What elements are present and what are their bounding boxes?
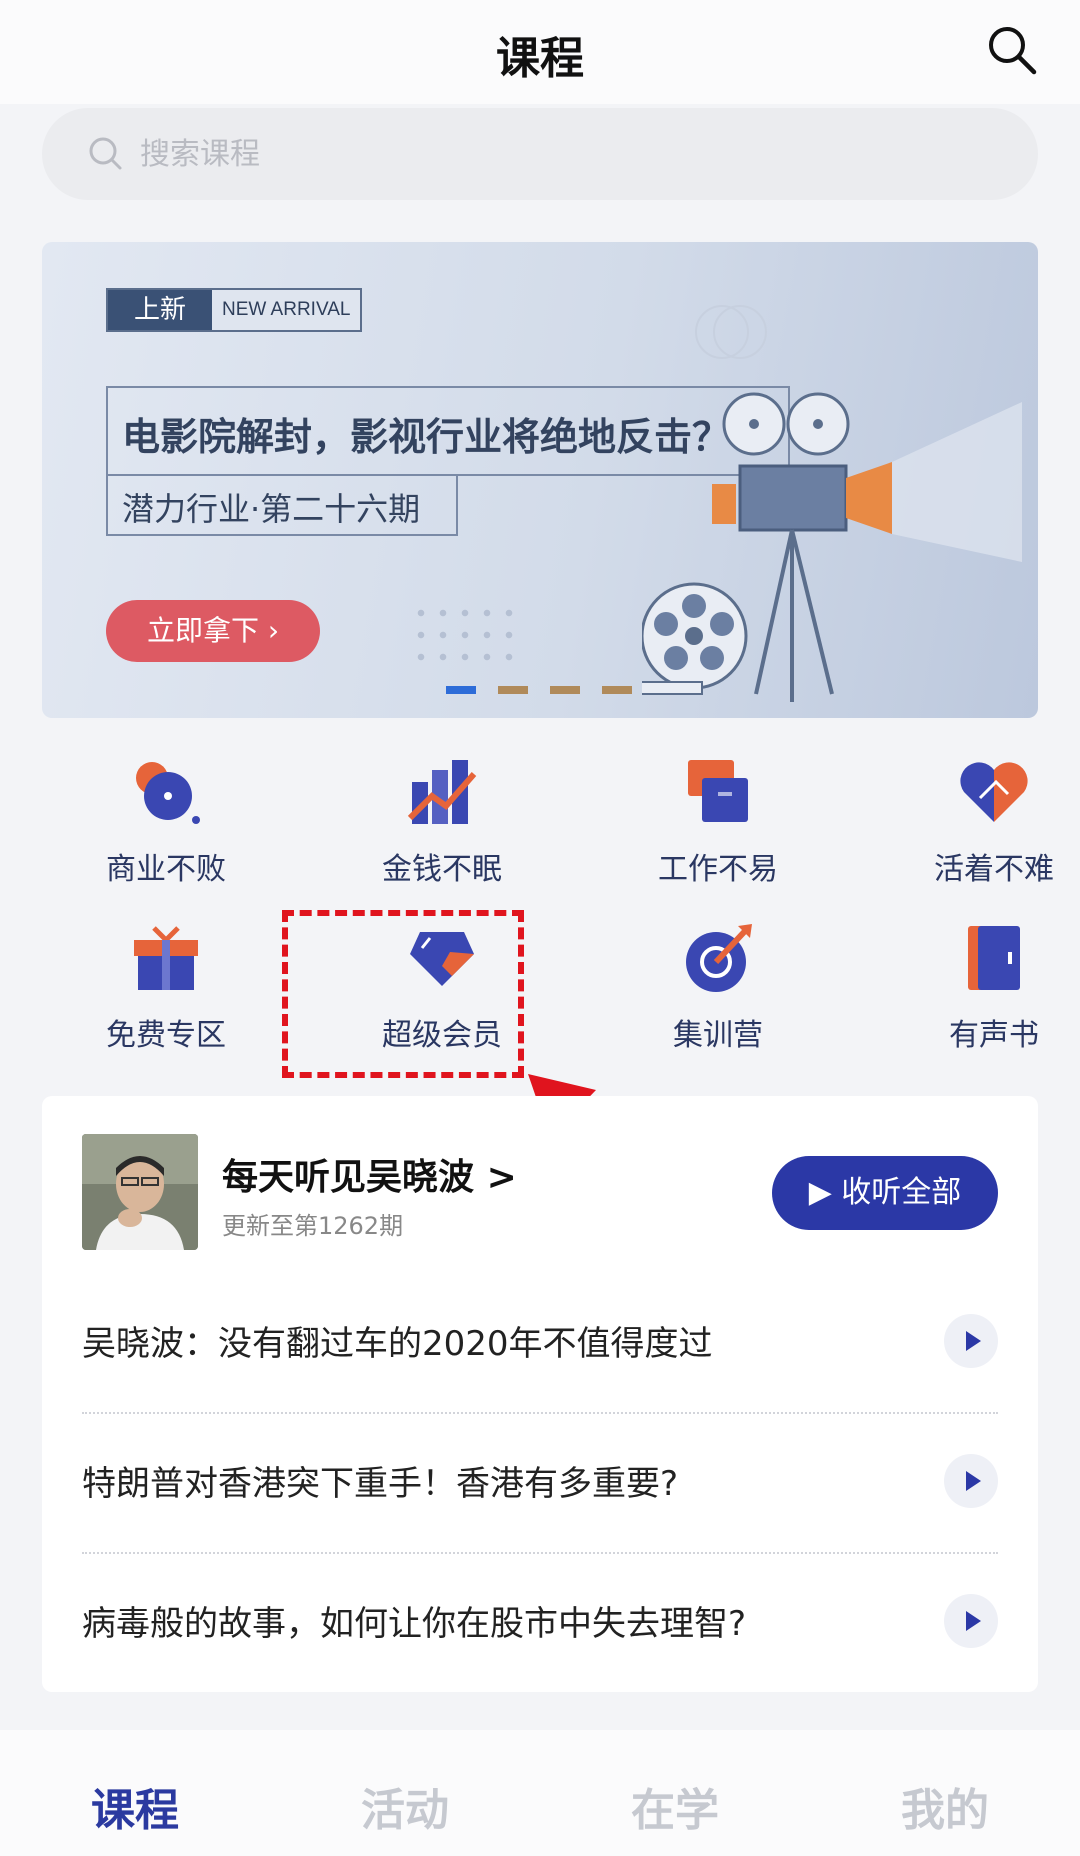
tag-new-label: 上新 <box>108 290 212 330</box>
search-bar[interactable] <box>42 108 1038 200</box>
tag-en-label: NEW ARRIVAL <box>212 290 361 330</box>
episode-title: 吴晓波：没有翻过车的2020年不值得度过 <box>82 1324 713 1364</box>
banner-headline: 电影院解封，影视行业将绝地反击？ <box>122 415 731 459</box>
category-label: 有声书 <box>949 1018 1039 1053</box>
target-icon <box>686 924 752 992</box>
category-life[interactable]: 活着不难 <box>894 756 1080 887</box>
banner-cta-button[interactable]: 立即拿下 › <box>106 600 320 662</box>
tab-courses[interactable]: 课程 <box>0 1774 270 1838</box>
play-icon[interactable] <box>944 1454 998 1508</box>
carousel-indicator[interactable] <box>498 686 528 694</box>
page-title: 课程 <box>496 33 584 84</box>
category-work[interactable]: 工作不易 <box>618 756 818 887</box>
book-icon <box>968 926 1020 990</box>
film-camera-illustration <box>642 305 1022 702</box>
bottom-tab-bar: 课程 活动 在学 我的 <box>0 1730 1080 1856</box>
new-arrival-tag: 上新 NEW ARRIVAL <box>106 288 363 332</box>
play-icon[interactable] <box>944 1594 998 1648</box>
search-icon[interactable] <box>982 20 1042 80</box>
heart-icon <box>960 762 1028 822</box>
banner-subline: 潜力行业·第二十六期 <box>122 490 421 528</box>
tab-activities[interactable]: 活动 <box>270 1774 540 1838</box>
category-label: 活着不难 <box>934 852 1054 887</box>
highlight-box <box>282 910 524 1078</box>
money-chart-icon <box>407 760 477 824</box>
carousel-indicator[interactable] <box>602 686 632 694</box>
category-business[interactable]: 商业不败 <box>66 756 266 887</box>
work-icon <box>688 760 748 822</box>
category-label: 免费专区 <box>106 1018 226 1053</box>
category-label: 集训营 <box>673 1018 763 1053</box>
category-label: 金钱不眠 <box>382 852 502 887</box>
episode-row[interactable]: 病毒般的故事，如何让你在股市中失去理智? <box>82 1554 998 1684</box>
category-money[interactable]: 金钱不眠 <box>342 756 542 887</box>
subline-box: 潜力行业·第二十六期 <box>106 474 458 536</box>
category-label: 工作不易 <box>658 852 778 887</box>
column-title-text: 每天听见吴晓波 <box>222 1156 475 1198</box>
decorative-dots <box>410 602 520 672</box>
episode-title: 病毒般的故事，如何让你在股市中失去理智? <box>82 1604 747 1644</box>
category-free[interactable]: 免费专区 <box>66 922 266 1053</box>
category-training-camp[interactable]: 集训营 <box>618 922 818 1053</box>
column-title[interactable]: 每天听见吴晓波 > <box>222 1148 517 1200</box>
gift-icon <box>134 926 198 990</box>
column-update-status: 更新至第1262期 <box>222 1212 404 1240</box>
promo-banner[interactable]: 上新 NEW ARRIVAL 电影院解封，影视行业将绝地反击？ 潜力行业·第二十… <box>42 242 1038 718</box>
business-icon <box>136 762 200 824</box>
top-bar: 课程 <box>0 0 1080 104</box>
episode-row[interactable]: 吴晓波：没有翻过车的2020年不值得度过 <box>82 1274 998 1414</box>
tab-mine[interactable]: 我的 <box>810 1774 1080 1838</box>
chevron-right-icon: > <box>486 1157 517 1198</box>
listen-all-button[interactable]: ▶ 收听全部 <box>772 1156 998 1230</box>
search-input[interactable] <box>140 108 1000 200</box>
episode-row[interactable]: 特朗普对香港突下重手！香港有多重要? <box>82 1414 998 1554</box>
play-icon[interactable] <box>944 1314 998 1368</box>
category-audiobook[interactable]: 有声书 <box>894 922 1080 1053</box>
avatar[interactable] <box>82 1134 198 1250</box>
carousel-indicator-active[interactable] <box>446 686 476 694</box>
tab-learning[interactable]: 在学 <box>540 1774 810 1838</box>
search-icon <box>89 137 122 170</box>
daily-column-card: 每天听见吴晓波 > 更新至第1262期 ▶ 收听全部 吴晓波：没有翻过车的202… <box>42 1096 1038 1692</box>
episode-title: 特朗普对香港突下重手！香港有多重要? <box>82 1464 679 1504</box>
category-label: 商业不败 <box>106 852 226 887</box>
carousel-indicator[interactable] <box>550 686 580 694</box>
